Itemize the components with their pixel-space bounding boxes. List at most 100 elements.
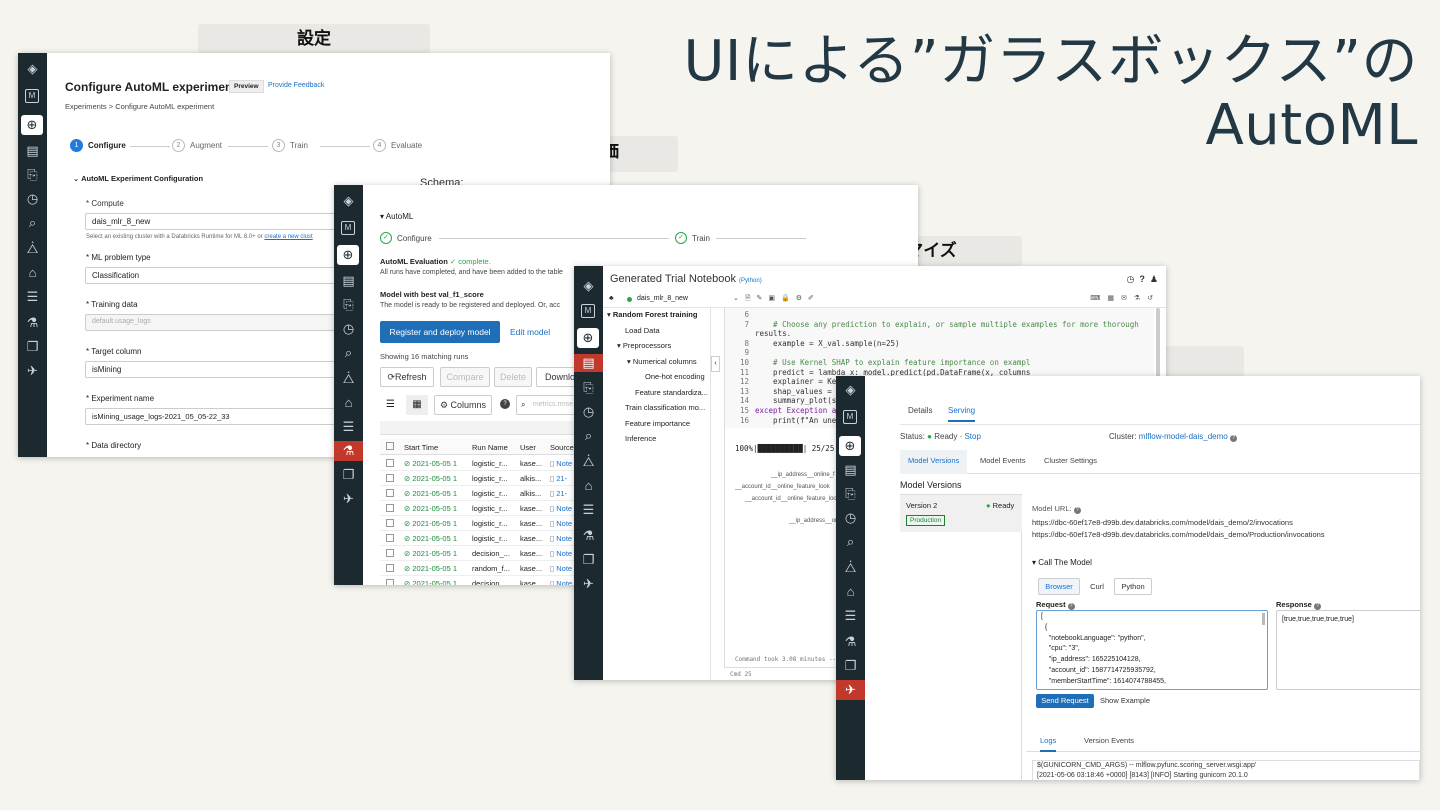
help-icon[interactable]: ? (1067, 603, 1075, 610)
run-name-cell[interactable]: logistic_r... (472, 459, 507, 468)
create-cluster-link[interactable]: create a new clust (264, 234, 312, 240)
row-checkbox[interactable] (386, 459, 394, 467)
table-row[interactable]: ⊘ 2021-05-05 1 logistic_r... alkis... ▯ 21- (380, 486, 580, 501)
keyboard-icon[interactable]: ⌨ (1090, 295, 1107, 302)
create-icon[interactable]: ⊕ (577, 328, 599, 348)
layers-icon[interactable]: ◈ (574, 278, 603, 294)
m-icon[interactable]: M (341, 221, 355, 235)
hierarchy-icon[interactable]: ⌂ (574, 478, 603, 493)
create-icon[interactable]: ⊕ (21, 115, 43, 135)
models-icon[interactable]: ❐ (334, 467, 363, 483)
m-icon[interactable]: M (843, 410, 857, 424)
tab-version-events[interactable]: Version Events (1084, 736, 1134, 745)
hierarchy-icon[interactable]: ⌂ (334, 395, 363, 410)
table-row[interactable]: ⊘ 2021-05-05 1 logistic_r... alkis... ▯ 21- (380, 471, 580, 486)
run-name-cell[interactable]: decision_ (472, 579, 504, 585)
calendar-icon[interactable]: ▦ (1107, 295, 1121, 302)
cluster-link[interactable]: mlflow-model-dais_demo (1139, 432, 1228, 441)
source-cell[interactable]: ▯ Note (550, 579, 572, 585)
start-time-cell[interactable]: ⊘ 2021-05-05 1 (404, 504, 457, 513)
toc-item[interactable]: Train classification mo... (617, 403, 705, 412)
m-icon[interactable]: M (25, 89, 39, 103)
source-cell[interactable]: ▯ Note (550, 459, 572, 468)
notebook-icon[interactable]: ▤ (574, 354, 603, 372)
row-checkbox[interactable] (386, 489, 394, 497)
source-cell[interactable]: ▯ Note (550, 549, 572, 558)
shapes-icon[interactable]: ⧊ (334, 371, 363, 387)
hierarchy-icon[interactable]: ⌂ (836, 584, 865, 599)
repos-icon[interactable]: ⎘ (574, 380, 603, 396)
problem-type-select[interactable]: Classification (85, 267, 345, 284)
cluster-name[interactable]: dais_mlr_8_new (637, 295, 688, 302)
hierarchy-icon[interactable]: ⌂ (18, 265, 47, 280)
source-cell[interactable]: ▯ Note (550, 519, 572, 528)
tab-logs[interactable]: Logs (1040, 736, 1057, 752)
col-start-time[interactable]: Start Time (404, 443, 438, 452)
call-tab-curl[interactable]: Curl (1082, 578, 1112, 595)
run-name-cell[interactable]: logistic_r... (472, 489, 507, 498)
list-view-icon[interactable]: ☰ (386, 399, 395, 410)
help-icon[interactable]: ? (1073, 507, 1081, 514)
col-user[interactable]: User (520, 443, 536, 452)
flask-icon[interactable]: ⚗ (574, 528, 603, 544)
delete-button[interactable]: Delete (494, 367, 532, 387)
layers-icon[interactable]: ◈ (334, 193, 363, 209)
run-name-cell[interactable]: logistic_r... (472, 474, 507, 483)
row-checkbox[interactable] (386, 564, 394, 572)
shapes-icon[interactable]: ⧊ (18, 241, 47, 257)
row-checkbox[interactable] (386, 579, 394, 585)
source-cell[interactable]: ▯ Note (550, 564, 572, 573)
model-url-2[interactable]: https://dbc-60ef17e8-d99b.dev.databricks… (1032, 530, 1325, 539)
run-name-cell[interactable]: logistic_r... (472, 504, 507, 513)
call-tab-python[interactable]: Python (1114, 578, 1152, 595)
flask-icon[interactable]: ⚗ (334, 441, 363, 461)
edit-icon[interactable]: ✎ (757, 295, 769, 302)
lock-icon[interactable]: 🔒 (781, 295, 796, 302)
table-row[interactable]: ⊘ 2021-05-05 1 logistic_r... kase... ▯ Note (380, 531, 580, 546)
source-cell[interactable]: ▯ Note (550, 534, 572, 543)
training-data-input[interactable]: default.usage_logs (85, 314, 345, 331)
list-icon[interactable]: ☰ (574, 502, 603, 518)
toc-item[interactable]: Feature importance (617, 419, 690, 428)
refresh-button[interactable]: ⟳Refresh (380, 367, 434, 387)
breadcrumb[interactable]: Experiments > Configure AutoML experimen… (65, 102, 214, 111)
call-tab-browser[interactable]: Browser (1038, 578, 1080, 595)
deploy-icon[interactable]: ✈ (18, 363, 47, 379)
table-view-icon[interactable]: ▦ (406, 395, 428, 415)
start-time-cell[interactable]: ⊘ 2021-05-05 1 (404, 489, 457, 498)
user-icon[interactable]: ♟ (1150, 274, 1158, 284)
start-time-cell[interactable]: ⊘ 2021-05-05 1 (404, 579, 457, 585)
toc-item[interactable]: Inference (617, 434, 656, 443)
help-icon[interactable]: ? (500, 399, 510, 409)
flask-icon[interactable]: ⚗ (836, 634, 865, 650)
row-checkbox[interactable] (386, 474, 394, 482)
start-time-cell[interactable]: ⊘ 2021-05-05 1 (404, 474, 457, 483)
table-row[interactable]: ⊘ 2021-05-05 1 decision_ kase ▯ Note (380, 576, 580, 585)
repos-icon[interactable]: ⎘ (836, 486, 865, 502)
row-checkbox[interactable] (386, 549, 394, 557)
col-source[interactable]: Source (550, 443, 574, 452)
help-icon[interactable]: ? (1139, 274, 1145, 284)
source-cell[interactable]: ▯ 21- (550, 474, 567, 483)
run-name-cell[interactable]: random_f... (472, 564, 510, 573)
toc-item[interactable]: Load Data (617, 326, 660, 335)
start-time-cell[interactable]: ⊘ 2021-05-05 1 (404, 519, 457, 528)
automl-section-toggle[interactable]: ▾ AutoML (380, 212, 413, 221)
help-icon[interactable]: ? (1229, 435, 1237, 442)
row-checkbox[interactable] (386, 519, 394, 527)
toc-item[interactable]: Feature standardiza... (627, 388, 708, 397)
source-cell[interactable]: ▯ 21- (550, 489, 567, 498)
compute-select[interactable]: dais_mlr_8_new (85, 213, 345, 230)
row-checkbox[interactable] (386, 534, 394, 542)
run-name-cell[interactable]: logistic_r... (472, 534, 507, 543)
view-icon[interactable]: ▣ (768, 295, 781, 302)
select-all-checkbox[interactable] (386, 442, 394, 450)
tab-details[interactable]: Details (908, 406, 932, 415)
subtab-model-versions[interactable]: Model Versions (900, 450, 968, 474)
search-icon[interactable]: ⌕ (334, 345, 363, 361)
version-item[interactable]: Version 2 ● Ready Production (900, 494, 1022, 532)
search-icon[interactable]: ⌕ (574, 428, 603, 444)
brush-icon[interactable]: ✐ (808, 295, 820, 302)
models-icon[interactable]: ❐ (836, 658, 865, 674)
chevron-down-icon[interactable]: ⌄ (733, 295, 745, 302)
